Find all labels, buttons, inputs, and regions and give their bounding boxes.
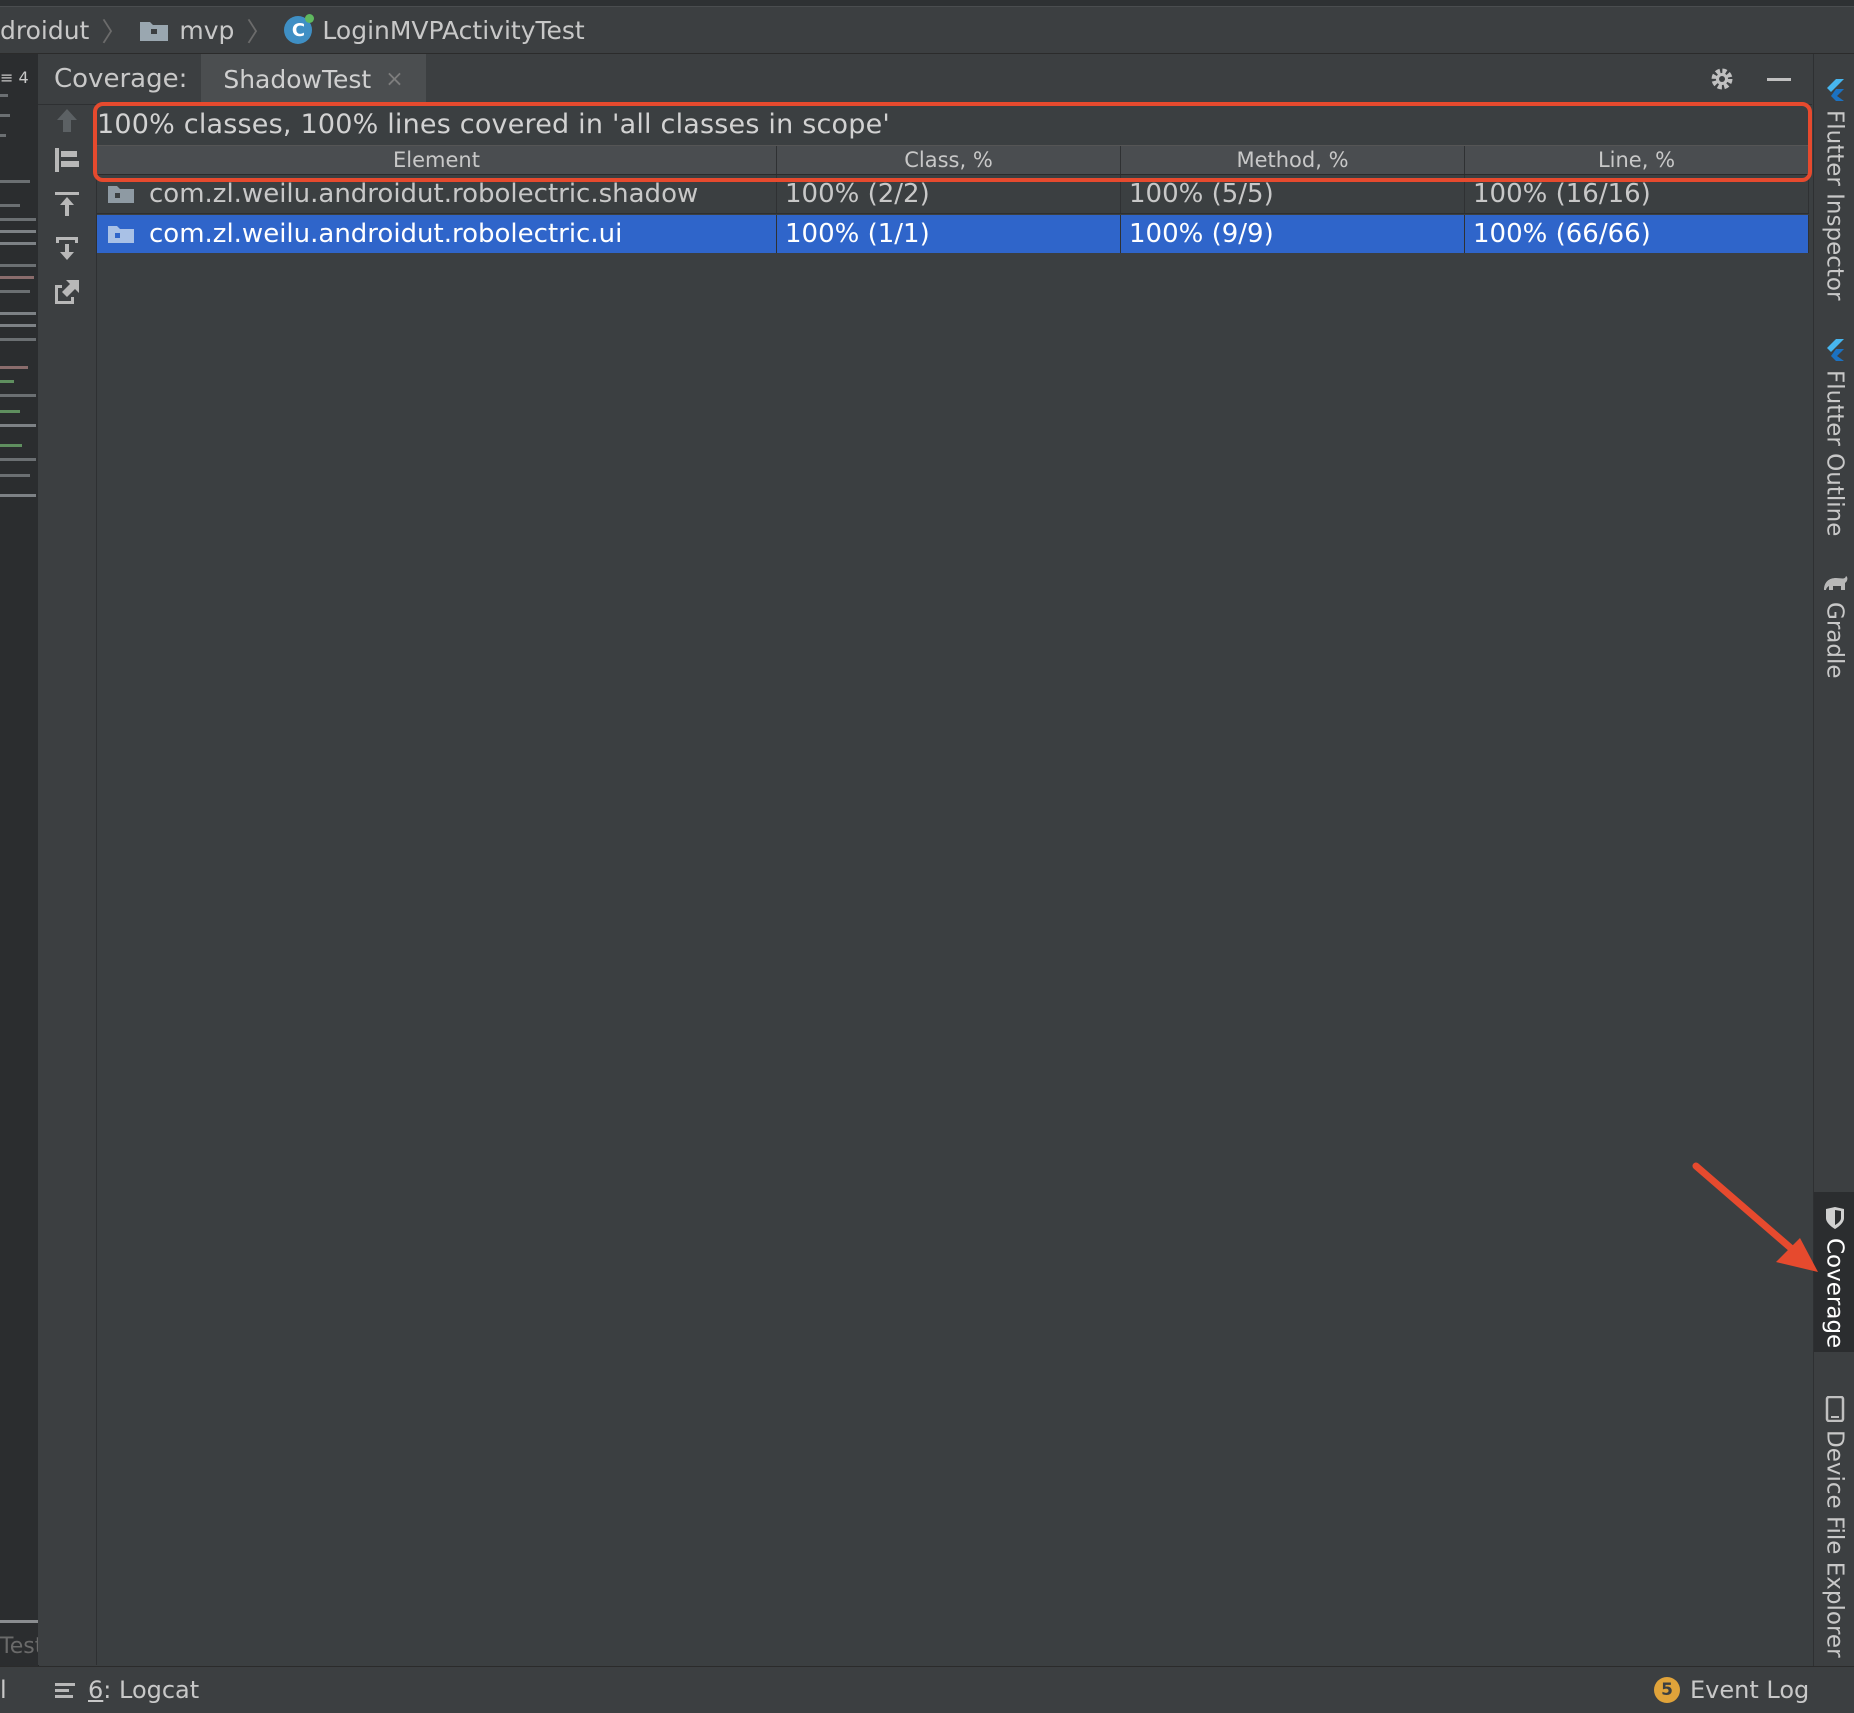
breadcrumb-label: droidut xyxy=(0,15,90,45)
flatten-packages-icon[interactable] xyxy=(52,145,82,175)
device-icon xyxy=(1825,1396,1844,1422)
package-icon xyxy=(108,226,134,243)
breadcrumb-item-class[interactable]: C LoginMVPActivityTest xyxy=(284,14,585,45)
arrow-up-icon[interactable] xyxy=(52,105,82,135)
logcat-icon xyxy=(55,1683,75,1698)
tab-event-log[interactable]: 5 Event Log xyxy=(1654,1676,1809,1704)
method-coverage: 100% (5/5) xyxy=(1121,175,1465,213)
line-coverage: 100% (16/16) xyxy=(1465,175,1809,213)
breadcrumb-separator-icon: 〉 xyxy=(101,17,128,48)
tab-label: ShadowTest xyxy=(223,64,372,94)
class-coverage: 100% (1/1) xyxy=(777,215,1121,253)
tab-flutter-outline[interactable]: Flutter Outline xyxy=(1814,338,1854,536)
tool-label: Coverage xyxy=(1821,1238,1848,1349)
tool-label: Gradle xyxy=(1821,602,1848,679)
coverage-summary: 100% classes, 100% lines covered in 'all… xyxy=(97,109,891,140)
tab-shadowtest[interactable]: ShadowTest × xyxy=(201,54,426,104)
panel-title: Coverage: xyxy=(54,64,188,94)
table-row[interactable]: com.zl.weilu.androidut.robolectric.shado… xyxy=(97,175,1809,214)
column-header-element[interactable]: Element xyxy=(97,146,777,174)
breadcrumb-label: LoginMVPActivityTest xyxy=(322,15,585,45)
coverage-view: 100% classes, 100% lines covered in 'all… xyxy=(97,105,1812,1665)
element-name: com.zl.weilu.androidut.robolectric.shado… xyxy=(149,179,699,209)
logcat-label: : Logcat xyxy=(103,1676,200,1704)
minimize-icon[interactable] xyxy=(1766,66,1792,92)
folder-icon xyxy=(140,22,169,41)
tab-logcat[interactable]: 6: Logcat xyxy=(54,1676,199,1704)
bottom-tool-bar: l 6: Logcat 5 Event Log xyxy=(0,1666,1854,1713)
right-tool-strip: Flutter Inspector Flutter Outline Gradle… xyxy=(1813,54,1854,1666)
tool-label: Flutter Inspector xyxy=(1821,110,1848,301)
truncated-text: l xyxy=(0,1676,7,1704)
window-top-edge xyxy=(0,0,1854,7)
logcat-mnemonic: 6 xyxy=(88,1676,104,1704)
breadcrumb-item-project[interactable]: droidut xyxy=(0,16,89,45)
tab-gradle[interactable]: Gradle xyxy=(1814,572,1854,679)
element-name: com.zl.weilu.androidut.robolectric.ui xyxy=(149,219,623,249)
autoscroll-icon[interactable] xyxy=(52,233,82,263)
column-header-method[interactable]: Method, % xyxy=(1121,146,1465,174)
class-icon: C xyxy=(284,14,315,44)
export-icon[interactable] xyxy=(52,277,82,307)
close-icon[interactable]: × xyxy=(385,67,403,92)
table-header: Element Class, % Method, % Line, % xyxy=(97,145,1809,175)
method-coverage: 100% (9/9) xyxy=(1121,215,1465,253)
line-coverage: 100% (66/66) xyxy=(1465,215,1809,253)
class-coverage: 100% (2/2) xyxy=(777,175,1121,213)
coverage-toolbar xyxy=(38,105,97,1665)
gradle-elephant-icon xyxy=(1823,576,1847,590)
package-icon xyxy=(108,186,134,203)
editor-minimap: ≡ 4 Test xyxy=(0,54,39,1666)
column-header-line[interactable]: Line, % xyxy=(1465,146,1809,174)
coverage-panel-header: Coverage: ShadowTest × xyxy=(38,54,1812,105)
tool-label: Device File Explorer xyxy=(1821,1430,1848,1658)
breadcrumb-separator-icon: 〉 xyxy=(246,17,273,48)
event-log-label: Event Log xyxy=(1690,1676,1810,1704)
breadcrumb: droidut 〉 mvp 〉 C LoginMVPActivityTest xyxy=(0,7,1854,54)
tool-label: Flutter Outline xyxy=(1821,370,1848,537)
tab-device-file-explorer[interactable]: Device File Explorer xyxy=(1814,1396,1854,1658)
structure-header[interactable]: ≡ 4 xyxy=(0,68,38,87)
table-row-selected[interactable]: com.zl.weilu.androidut.robolectric.ui 10… xyxy=(97,215,1809,253)
flutter-icon xyxy=(1826,339,1844,361)
column-header-class[interactable]: Class, % xyxy=(777,146,1121,174)
flutter-icon xyxy=(1826,79,1844,101)
tab-coverage[interactable]: Coverage xyxy=(1814,1192,1854,1352)
breadcrumb-label: mvp xyxy=(179,15,235,45)
gear-icon[interactable] xyxy=(1708,65,1736,93)
navigate-source-icon[interactable] xyxy=(52,189,82,219)
event-count-badge: 5 xyxy=(1654,1677,1680,1703)
breadcrumb-item-folder[interactable]: mvp xyxy=(139,16,234,45)
shield-icon xyxy=(1825,1207,1844,1229)
tab-flutter-inspector[interactable]: Flutter Inspector xyxy=(1814,78,1854,300)
